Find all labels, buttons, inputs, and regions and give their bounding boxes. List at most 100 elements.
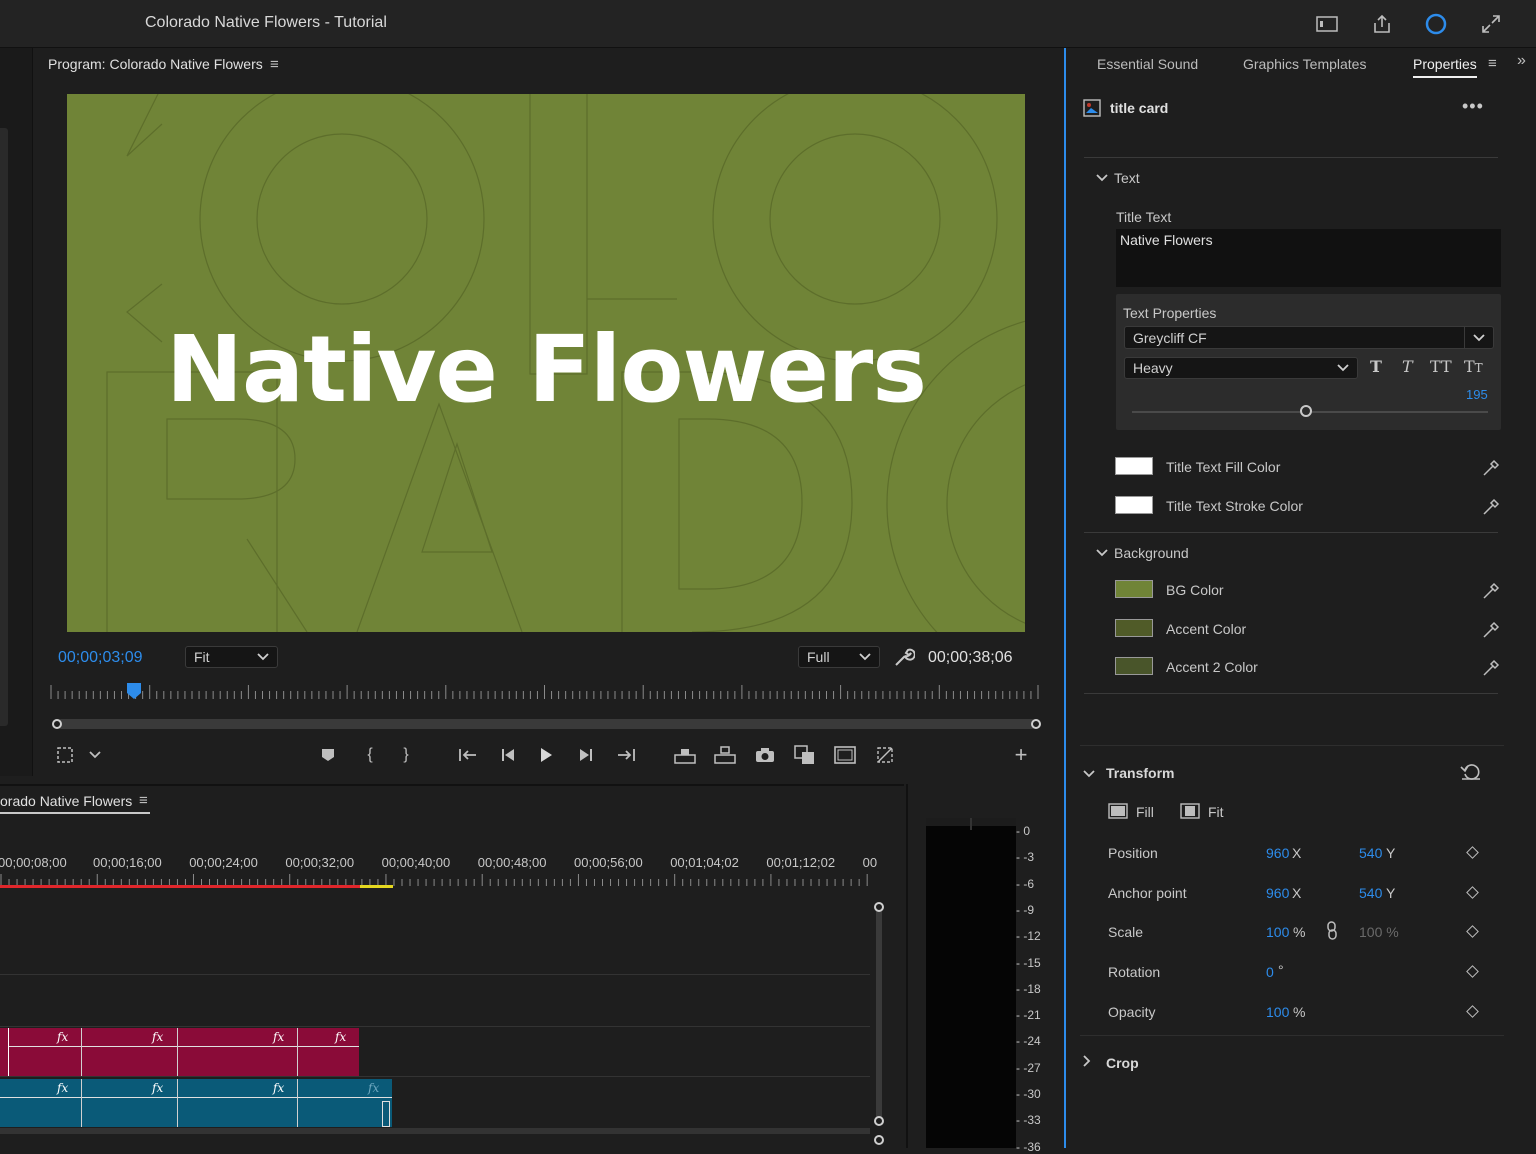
hscroll-handle[interactable] — [874, 1135, 884, 1145]
chevron-down-icon[interactable] — [1095, 545, 1109, 561]
scale-value[interactable]: 100 — [1266, 924, 1289, 940]
video-clip[interactable]: fx — [178, 1028, 298, 1076]
anchor-y-value[interactable]: 540 — [1359, 885, 1382, 901]
source-panel-scroll[interactable] — [0, 128, 8, 726]
title-text-input[interactable]: Native Flowers — [1116, 229, 1501, 287]
video-clip[interactable] — [0, 1028, 9, 1076]
panel-menu-icon[interactable]: ≡ — [139, 792, 148, 809]
chevron-down-icon[interactable] — [1095, 170, 1109, 186]
timeline-horizontal-scroll[interactable] — [0, 1128, 870, 1134]
zoom-scroll-right-handle[interactable] — [1031, 719, 1041, 729]
keyframe-icon[interactable] — [1466, 925, 1479, 938]
progress-ring-icon[interactable] — [1423, 11, 1449, 37]
font-size-slider-handle[interactable] — [1300, 405, 1312, 417]
reset-icon[interactable] — [1460, 762, 1482, 785]
audio-clip[interactable]: fx — [298, 1079, 392, 1127]
play-icon[interactable] — [535, 744, 557, 766]
panel-menu-icon[interactable]: ≡ — [270, 56, 279, 73]
keyframe-icon[interactable] — [1466, 965, 1479, 978]
background-section-header[interactable]: Background — [1114, 545, 1189, 561]
go-to-in-icon[interactable] — [457, 744, 479, 766]
more-icon[interactable]: ••• — [1462, 96, 1484, 117]
chevron-down-icon[interactable] — [1082, 766, 1096, 782]
scroll-handle-bottom[interactable] — [874, 1116, 884, 1126]
eyedropper-icon[interactable] — [1481, 620, 1501, 640]
comparison-view-icon[interactable] — [794, 744, 816, 766]
font-weight-select[interactable]: Heavy — [1124, 357, 1358, 379]
audio-clip[interactable]: fx — [178, 1079, 298, 1127]
audio-clip[interactable]: fx — [0, 1079, 82, 1127]
fit-option-label[interactable]: Fit — [1208, 804, 1224, 820]
workspace-icon[interactable] — [1314, 11, 1340, 37]
eyedropper-icon[interactable] — [1481, 658, 1501, 678]
transform-section-header[interactable]: Transform — [1106, 765, 1174, 781]
chevron-down-icon[interactable] — [84, 744, 106, 766]
font-family-select[interactable]: Greycliff CF — [1124, 326, 1494, 349]
eyedropper-icon[interactable] — [1481, 458, 1501, 478]
title-fill-color-swatch[interactable] — [1115, 457, 1153, 475]
opacity-value[interactable]: 100 — [1266, 1004, 1289, 1020]
program-time-ruler[interactable] — [50, 685, 1042, 699]
font-size-value[interactable]: 195 — [1466, 387, 1488, 402]
video-clip[interactable]: fx — [82, 1028, 178, 1076]
proxy-toggle-icon[interactable] — [874, 744, 896, 766]
rotation-value[interactable]: 0 — [1266, 964, 1274, 980]
zoom-scroll-left-handle[interactable] — [52, 719, 62, 729]
playhead[interactable] — [127, 683, 141, 702]
go-to-out-icon[interactable] — [615, 744, 637, 766]
zoom-select[interactable]: Fit — [185, 646, 278, 668]
eyedropper-icon[interactable] — [1481, 581, 1501, 601]
step-forward-icon[interactable] — [575, 744, 597, 766]
overflow-icon[interactable]: » — [1517, 52, 1526, 70]
tab-essential-sound[interactable]: Essential Sound — [1097, 56, 1198, 72]
camera-icon[interactable] — [754, 744, 776, 766]
program-panel-title[interactable]: Program: Colorado Native Flowers — [48, 56, 263, 72]
keyframe-icon[interactable] — [1466, 886, 1479, 899]
smallcaps-icon[interactable]: TT — [1464, 357, 1483, 376]
accent-color-swatch[interactable] — [1115, 619, 1153, 637]
chevron-right-icon[interactable] — [1082, 1054, 1092, 1071]
position-x-value[interactable]: 960 — [1266, 845, 1289, 861]
step-back-icon[interactable] — [497, 744, 519, 766]
extract-icon[interactable] — [714, 744, 736, 766]
add-button-icon[interactable]: + — [1010, 742, 1032, 767]
title-stroke-color-swatch[interactable] — [1115, 496, 1153, 514]
sequence-tab[interactable]: orado Native Flowers — [0, 793, 150, 814]
mark-out-icon[interactable]: } — [395, 744, 417, 766]
italic-icon[interactable]: T — [1402, 357, 1413, 376]
wrench-icon[interactable] — [893, 646, 916, 671]
anchor-x-value[interactable]: 960 — [1266, 885, 1289, 901]
eyedropper-icon[interactable] — [1481, 497, 1501, 517]
video-clip[interactable]: fx — [298, 1028, 359, 1076]
audio-clip[interactable]: fx — [82, 1079, 178, 1127]
fill-frame-icon[interactable] — [1108, 802, 1128, 823]
lift-icon[interactable] — [674, 744, 696, 766]
keyframe-icon[interactable] — [1466, 1005, 1479, 1018]
share-icon[interactable] — [1369, 11, 1395, 37]
current-timecode[interactable]: 00;00;03;09 — [58, 649, 143, 667]
zoom-scroll-bar[interactable] — [56, 719, 1037, 729]
resolution-select[interactable]: Full — [798, 646, 880, 668]
timeline-vertical-scroll[interactable] — [876, 908, 882, 1122]
tab-graphics-templates[interactable]: Graphics Templates — [1243, 56, 1366, 72]
position-y-value[interactable]: 540 — [1359, 845, 1382, 861]
fit-frame-icon[interactable] — [1180, 802, 1200, 823]
bg-color-swatch[interactable] — [1115, 580, 1153, 598]
accent2-color-swatch[interactable] — [1115, 657, 1153, 675]
caps-icon[interactable]: TT — [1430, 357, 1452, 376]
crop-section-header[interactable]: Crop — [1106, 1055, 1139, 1071]
tab-properties[interactable]: Properties — [1413, 56, 1477, 78]
scroll-handle-top[interactable] — [874, 902, 884, 912]
fill-option-label[interactable]: Fill — [1136, 804, 1154, 820]
bold-icon[interactable]: T — [1370, 357, 1382, 376]
keyframe-icon[interactable] — [1466, 846, 1479, 859]
text-section-header[interactable]: Text — [1114, 170, 1140, 186]
safe-frame-icon[interactable] — [834, 744, 856, 766]
link-icon[interactable] — [1325, 921, 1339, 944]
panel-menu-icon[interactable]: ≡ — [1488, 55, 1497, 72]
fullscreen-icon[interactable] — [1478, 11, 1504, 37]
safe-margins-icon[interactable] — [54, 744, 76, 766]
mark-in-icon[interactable]: { — [359, 744, 381, 766]
video-clip[interactable]: fx — [9, 1028, 82, 1076]
marker-icon[interactable] — [317, 744, 339, 766]
